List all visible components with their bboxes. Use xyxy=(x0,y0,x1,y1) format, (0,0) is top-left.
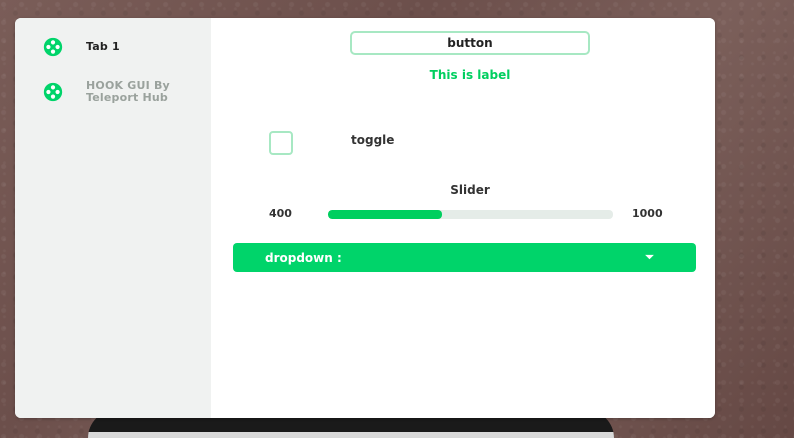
ui-window: Tab 1 HOOK GUI By Teleport Hub button Th… xyxy=(15,18,715,418)
chevron-down-icon xyxy=(645,254,654,260)
toggle-checkbox[interactable] xyxy=(269,131,293,155)
slider-track[interactable] xyxy=(328,210,613,219)
label-text: This is label xyxy=(429,68,511,82)
dropdown-label: dropdown : xyxy=(265,251,342,265)
button-control[interactable]: button xyxy=(350,31,590,55)
slider-fill[interactable] xyxy=(328,210,442,219)
slider-min-label: 400 xyxy=(269,207,292,220)
sidebar-item-label: Tab 1 xyxy=(86,40,120,53)
roblox-icon xyxy=(43,37,63,57)
slider-title: Slider xyxy=(450,183,490,197)
sidebar-item-label: HOOK GUI By Teleport Hub xyxy=(86,79,170,104)
sidebar: Tab 1 HOOK GUI By Teleport Hub xyxy=(15,18,211,418)
slider-max-label: 1000 xyxy=(632,207,663,220)
toggle-label: toggle xyxy=(351,133,395,147)
dropdown-select[interactable]: dropdown : xyxy=(233,243,696,272)
main-panel: button This is label toggle Slider 400 1… xyxy=(211,18,715,418)
sidebar-item-hook-gui[interactable]: HOOK GUI By Teleport Hub xyxy=(15,73,211,111)
sidebar-item-tab-1[interactable]: Tab 1 xyxy=(15,28,211,66)
roblox-icon xyxy=(43,82,63,102)
